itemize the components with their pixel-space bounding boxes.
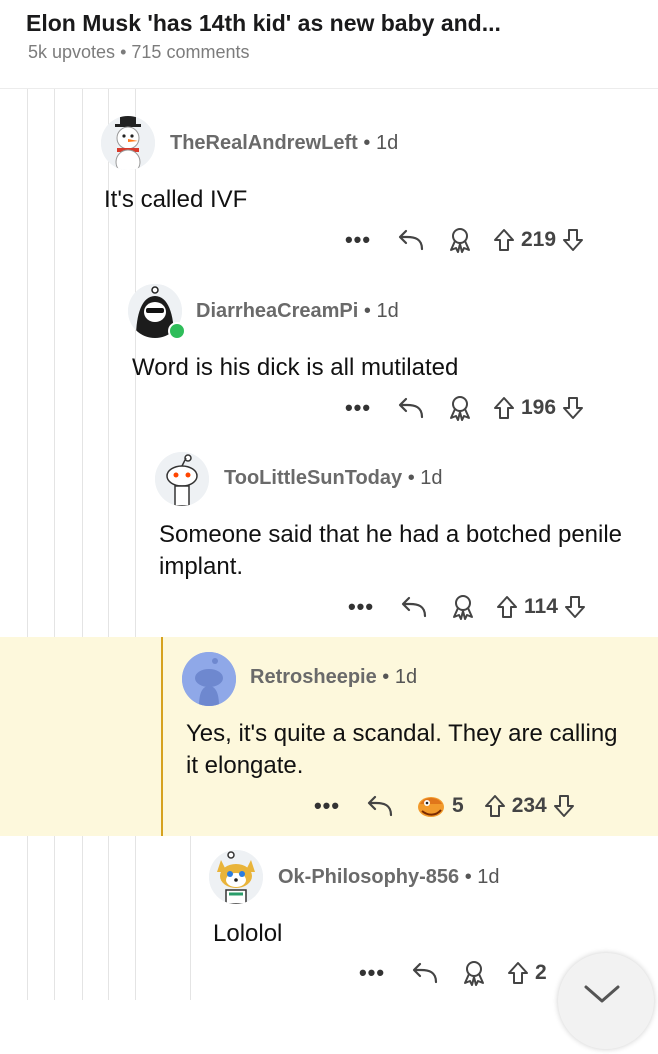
downvote-icon[interactable] [553,794,575,818]
thread-line[interactable] [190,836,191,1000]
vote-score: 196 [521,396,557,419]
upvote-count: 5k upvotes [28,42,116,62]
post-title[interactable]: Elon Musk 'has 14th kid' as new baby and… [26,10,501,37]
comment-actions: ••• 219 [343,225,584,255]
more-dots-icon[interactable]: ••• [343,227,373,253]
comment-age: 1d [375,132,399,154]
author-name[interactable]: TooLittleSunToday [224,467,402,489]
downvote-icon[interactable] [564,595,586,619]
reply-arrow-icon[interactable] [364,793,394,819]
upvote-icon[interactable] [484,794,506,818]
highlight-bar [161,637,163,836]
comment-meta: TheRealAndrewLeft • 1d [170,132,398,155]
thread-line[interactable] [82,88,83,1000]
vote-score: 234 [511,794,547,817]
upvote-icon[interactable] [496,595,518,619]
more-dots-icon[interactable]: ••• [346,594,376,620]
thread-line[interactable] [135,88,136,1000]
comment-age: 1d [477,866,500,888]
author-name[interactable]: Retrosheepie [250,666,377,688]
reply-arrow-icon[interactable] [409,960,439,986]
reply-arrow-icon[interactable] [398,594,428,620]
comment-meta: Retrosheepie • 1d [250,666,417,689]
vote-score: 114 [524,595,558,618]
reply-arrow-icon[interactable] [395,395,425,421]
comment-text: Lololol [213,920,283,947]
meta-separator: • [464,866,472,888]
comment-meta: DiarrheaCreamPi • 1d [196,300,399,323]
meta-separator: • [407,467,415,489]
scroll-down-button[interactable] [558,953,654,1049]
default-blue-avatar[interactable] [182,652,236,706]
post-stats: 5k upvotes • 715 comments [28,42,249,63]
comment-actions: ••• 196 [343,393,584,423]
thread-line[interactable] [54,88,55,1000]
comment-text: Yes, it's quite a scandal. They are call… [186,720,618,779]
author-name[interactable]: DiarrheaCreamPi [196,300,358,322]
vote-score: 219 [521,228,557,251]
comment-age: 1d [420,467,443,489]
downvote-icon[interactable] [562,228,584,252]
comment-actions: ••• 5 234 [312,791,575,821]
post-header: Elon Musk 'has 14th kid' as new baby and… [0,0,658,89]
meta-separator: • [363,300,371,322]
comment-age: 1d [394,666,418,688]
comment-meta: TooLittleSunToday • 1d [224,467,443,490]
more-dots-icon[interactable]: ••• [357,960,387,986]
comment-text: Someone said that he had a botched penil… [159,521,623,580]
online-status-dot [168,322,186,340]
author-name[interactable]: TheRealAndrewLeft [170,132,358,154]
comment-actions: ••• 114 [346,592,586,622]
stats-separator: • [120,42,127,62]
more-dots-icon[interactable]: ••• [312,793,342,819]
award-icon[interactable] [450,593,476,621]
upvote-icon[interactable] [493,396,515,420]
award-icon[interactable] [416,792,446,820]
thread-line[interactable] [27,88,28,1000]
downvote-icon[interactable] [562,396,584,420]
award-count: 5 [452,794,464,817]
comment-text: Word is his dick is all mutilated [132,354,459,381]
chevron-down-icon [584,985,620,1003]
vote-score: 2 [535,961,547,984]
meta-separator: • [382,666,390,688]
award-icon[interactable] [447,394,473,422]
comment-text: It's called IVF [104,186,248,213]
more-dots-icon[interactable]: ••• [343,395,373,421]
comment-count: 715 comments [131,42,250,62]
thread-line[interactable] [108,88,109,1000]
snoo-avatar[interactable] [155,452,209,506]
upvote-icon[interactable] [507,961,529,985]
snowman-avatar[interactable] [101,116,155,170]
award-icon[interactable] [461,959,487,987]
comment-age: 1d [376,300,399,322]
meta-separator: • [363,132,371,154]
upvote-icon[interactable] [493,228,515,252]
award-icon[interactable] [447,226,473,254]
comment-actions: ••• 2 [357,958,553,988]
reply-arrow-icon[interactable] [395,227,425,253]
author-name[interactable]: Ok-Philosophy-856 [278,866,459,888]
comment-meta: Ok-Philosophy-856 • 1d [278,866,500,889]
shiba-avatar[interactable] [209,850,263,904]
